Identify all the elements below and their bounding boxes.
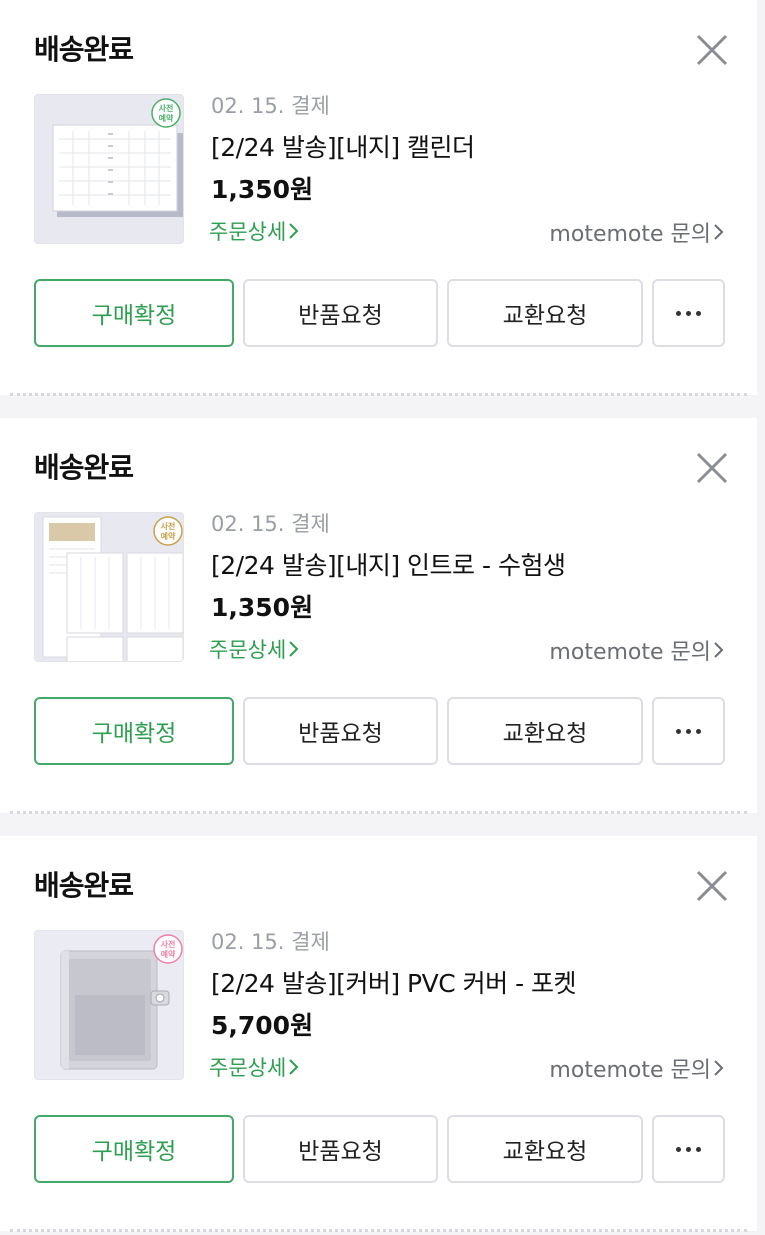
more-dots-icon [676,728,701,734]
product-thumbnail[interactable]: 사전 예약 [34,94,184,244]
seller-inquiry-link[interactable]: motemote 문의 [549,1052,725,1084]
order-card: 배송완료 사전 예약 02. 15. 결제 [2/24 발송][내지] 인트로 … [0,418,757,814]
order-card: 배송완료 사전 예약 02. 15. 결제 [2/24 발송][내지] 캘린더 … [0,0,757,396]
chevron-right-icon [289,641,299,657]
svg-text:사전: 사전 [159,103,174,113]
order-detail-link[interactable]: 주문상세 [209,634,300,664]
close-icon[interactable] [694,32,730,68]
chevron-right-icon [714,642,724,658]
product-price: 1,350원 [211,593,314,622]
chevron-right-icon [714,224,724,240]
seller-inquiry-label: motemote 문의 [549,1058,711,1083]
intro-insert-image: 사전 예약 [35,513,183,661]
seller-inquiry-link[interactable]: motemote 문의 [549,216,725,248]
seller-inquiry-label: motemote 문의 [549,222,711,247]
more-options-button[interactable] [652,279,725,347]
more-dots-icon [676,1146,701,1152]
confirm-purchase-button[interactable]: 구매확정 [34,1115,234,1183]
product-thumbnail[interactable]: 사전 예약 [34,512,184,662]
return-request-button[interactable]: 반품요청 [243,279,438,347]
payment-date: 02. 15. 결제 [211,94,330,118]
close-icon[interactable] [694,868,730,904]
product-name[interactable]: [2/24 발송][내지] 인트로 - 수험생 [211,546,566,582]
payment-date: 02. 15. 결제 [211,512,330,536]
more-options-button[interactable] [652,1115,725,1183]
more-dots-icon [676,310,701,316]
order-detail-label: 주문상세 [209,638,287,662]
product-name[interactable]: [2/24 발송][내지] 캘린더 [211,128,475,164]
product-price: 5,700원 [211,1011,314,1040]
chevron-right-icon [289,1059,299,1075]
order-status: 배송완료 [34,33,134,66]
seller-inquiry-link[interactable]: motemote 문의 [549,634,725,666]
order-status: 배송완료 [34,451,134,484]
payment-date: 02. 15. 결제 [211,930,330,954]
order-detail-label: 주문상세 [209,220,287,244]
more-options-button[interactable] [652,697,725,765]
order-detail-link[interactable]: 주문상세 [209,1052,300,1082]
order-detail-link[interactable]: 주문상세 [209,216,300,246]
chevron-right-icon [289,223,299,239]
product-price: 1,350원 [211,175,314,204]
return-request-button[interactable]: 반품요청 [243,1115,438,1183]
product-name[interactable]: [2/24 발송][커버] PVC 커버 - 포켓 [211,964,577,1000]
order-status: 배송완료 [34,869,134,902]
order-detail-label: 주문상세 [209,1056,287,1080]
pvc-cover-image: 사전 예약 [35,931,183,1079]
exchange-request-button[interactable]: 교환요청 [447,1115,643,1183]
svg-text:예약: 예약 [161,531,176,541]
confirm-purchase-button[interactable]: 구매확정 [34,697,234,765]
chevron-right-icon [714,1060,724,1076]
close-icon[interactable] [694,450,730,486]
product-thumbnail[interactable]: 사전 예약 [34,930,184,1080]
svg-text:예약: 예약 [161,949,176,959]
seller-inquiry-label: motemote 문의 [549,640,711,665]
svg-text:예약: 예약 [159,113,174,123]
svg-text:사전: 사전 [161,521,176,531]
exchange-request-button[interactable]: 교환요청 [447,697,643,765]
confirm-purchase-button[interactable]: 구매확정 [34,279,234,347]
calendar-insert-image: 사전 예약 [35,95,183,243]
exchange-request-button[interactable]: 교환요청 [447,279,643,347]
return-request-button[interactable]: 반품요청 [243,697,438,765]
svg-text:사전: 사전 [161,939,176,949]
order-card: 배송완료 사전 예약 02. 15. 결제 [2/24 발송][커버] PVC … [0,836,757,1232]
